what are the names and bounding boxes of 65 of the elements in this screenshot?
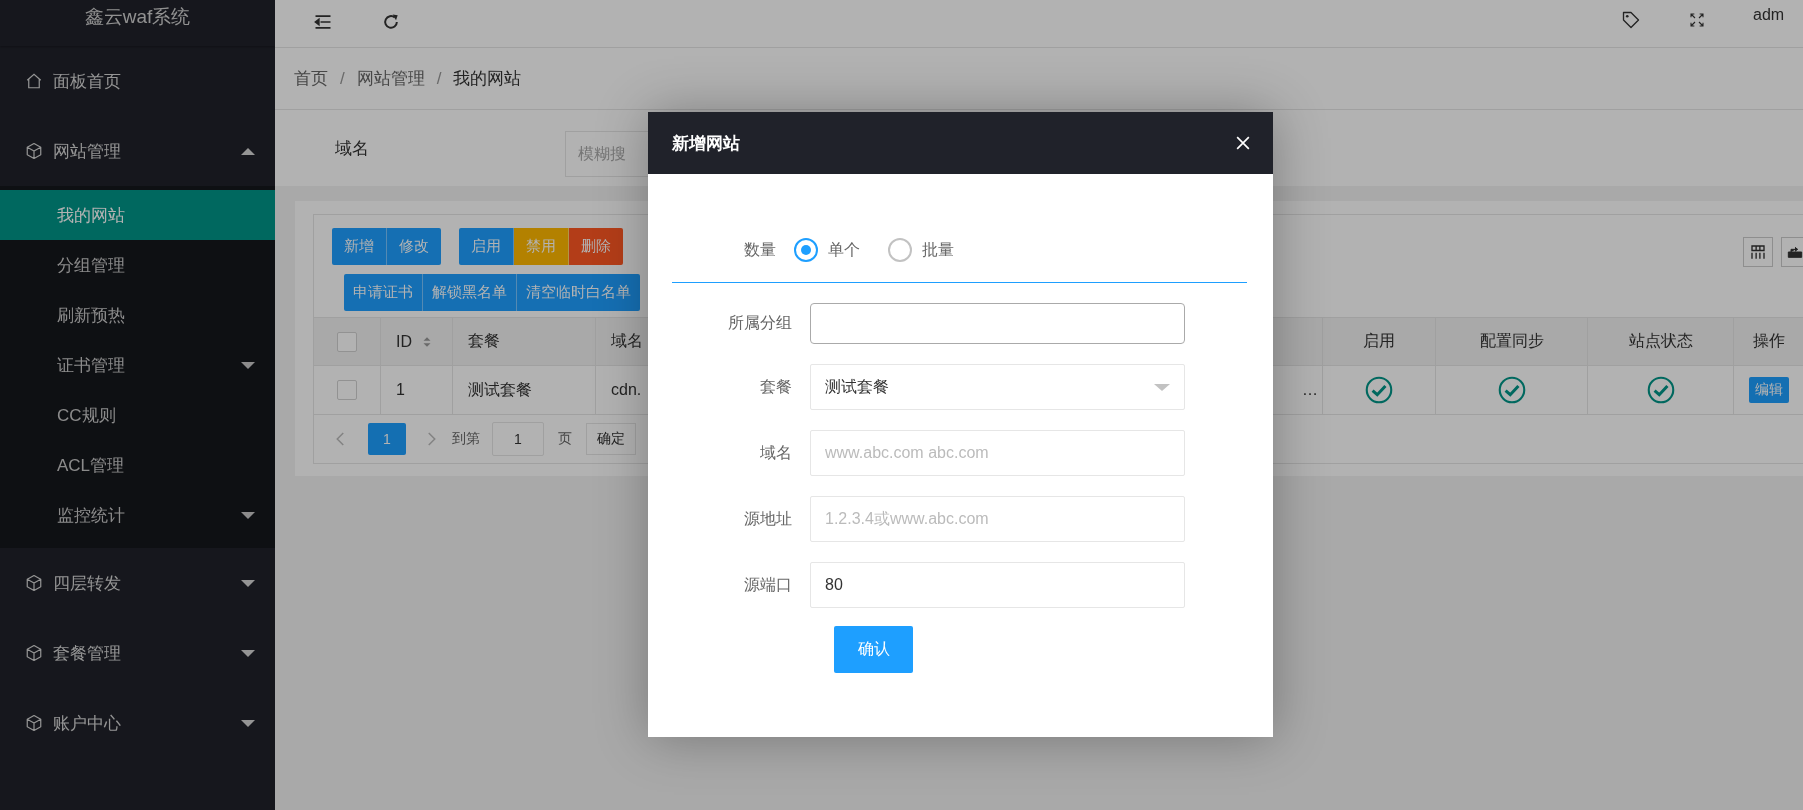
breadcrumb-separator: /: [340, 68, 345, 89]
select-all-checkbox[interactable]: [337, 331, 357, 352]
tag-icon: [1621, 10, 1641, 30]
search-label: 域名: [335, 138, 370, 160]
sidebar-subitem[interactable]: ACL管理: [0, 440, 275, 490]
radio-option[interactable]: 单个: [794, 238, 860, 262]
table-cell: …: [1302, 381, 1318, 399]
input-field[interactable]: 80: [810, 562, 1185, 608]
caret-down-icon: [241, 361, 255, 369]
page-input[interactable]: 1: [492, 422, 544, 456]
field-label: 源地址: [743, 508, 793, 529]
breadcrumb-link[interactable]: 我的网站: [453, 67, 522, 90]
goto-button[interactable]: 确定: [586, 423, 636, 455]
field-label: 域名: [759, 442, 793, 463]
table-cell: cdn.: [611, 381, 642, 399]
sidebar-item[interactable]: 套餐管理: [0, 618, 275, 688]
columns-icon: [1749, 243, 1767, 261]
field-label: 数量: [743, 239, 777, 260]
column-header: 配置同步: [1479, 331, 1544, 351]
page-suffix: 页: [558, 430, 572, 448]
sidebar-subitem[interactable]: 刷新预热: [0, 290, 275, 340]
breadcrumb-link[interactable]: 首页: [294, 67, 328, 90]
field-label: 套餐: [759, 376, 793, 397]
select-field[interactable]: 测试套餐: [810, 364, 1185, 410]
sidebar-item[interactable]: 四层转发: [0, 548, 275, 618]
column-header: 站点状态: [1628, 331, 1693, 351]
refresh-icon: [381, 12, 401, 32]
table-cell-text: 测试套餐: [468, 379, 532, 400]
sidebar-subitem[interactable]: CC规则: [0, 390, 275, 440]
sidebar-item[interactable]: 网站管理: [0, 116, 275, 186]
menu-fold-icon: [313, 12, 333, 32]
field-label: 源端口: [743, 574, 793, 595]
breadcrumb-separator: /: [436, 68, 442, 89]
dialog-title: 新增网站: [672, 132, 741, 155]
caret-down-icon: [1154, 383, 1170, 391]
row-checkbox[interactable]: [337, 380, 357, 400]
sidebar-item[interactable]: 账户中心: [0, 688, 275, 758]
sidebar-subitem[interactable]: 分组管理: [0, 240, 275, 290]
columns-button[interactable]: [1743, 237, 1773, 267]
column-header: 域名: [611, 331, 643, 351]
sidebar-item[interactable]: 面板首页: [0, 46, 275, 116]
field-label: 所属分组: [727, 313, 793, 333]
column-header: 启用: [1363, 331, 1395, 351]
home-icon: [25, 72, 43, 90]
table-cell: 1: [396, 381, 405, 399]
app-logo: 鑫云waf系统: [0, 0, 275, 46]
export-button[interactable]: [1781, 237, 1803, 267]
column-header: 套餐: [468, 331, 500, 351]
cube-icon: [25, 142, 43, 160]
cube-icon: [25, 574, 43, 592]
goto-label: 到第: [452, 430, 480, 448]
sidebar-subitem[interactable]: 证书管理: [0, 340, 275, 390]
cube-icon: [25, 644, 43, 662]
cube-icon: [25, 714, 43, 732]
user-name[interactable]: adm: [1753, 4, 1803, 24]
breadcrumb-link[interactable]: 网站管理: [356, 67, 425, 90]
input-field[interactable]: [810, 303, 1185, 344]
sidebar-subitem[interactable]: 监控统计: [0, 490, 275, 540]
radio-option[interactable]: 批量: [888, 238, 954, 262]
fullscreen-icon: [1689, 12, 1705, 28]
column-header: ID: [396, 332, 412, 351]
column-header: 操作: [1752, 331, 1785, 351]
sidebar-subitem[interactable]: 我的网站: [0, 190, 275, 240]
export-icon: [1787, 244, 1803, 260]
caret-down-icon: [241, 511, 255, 519]
